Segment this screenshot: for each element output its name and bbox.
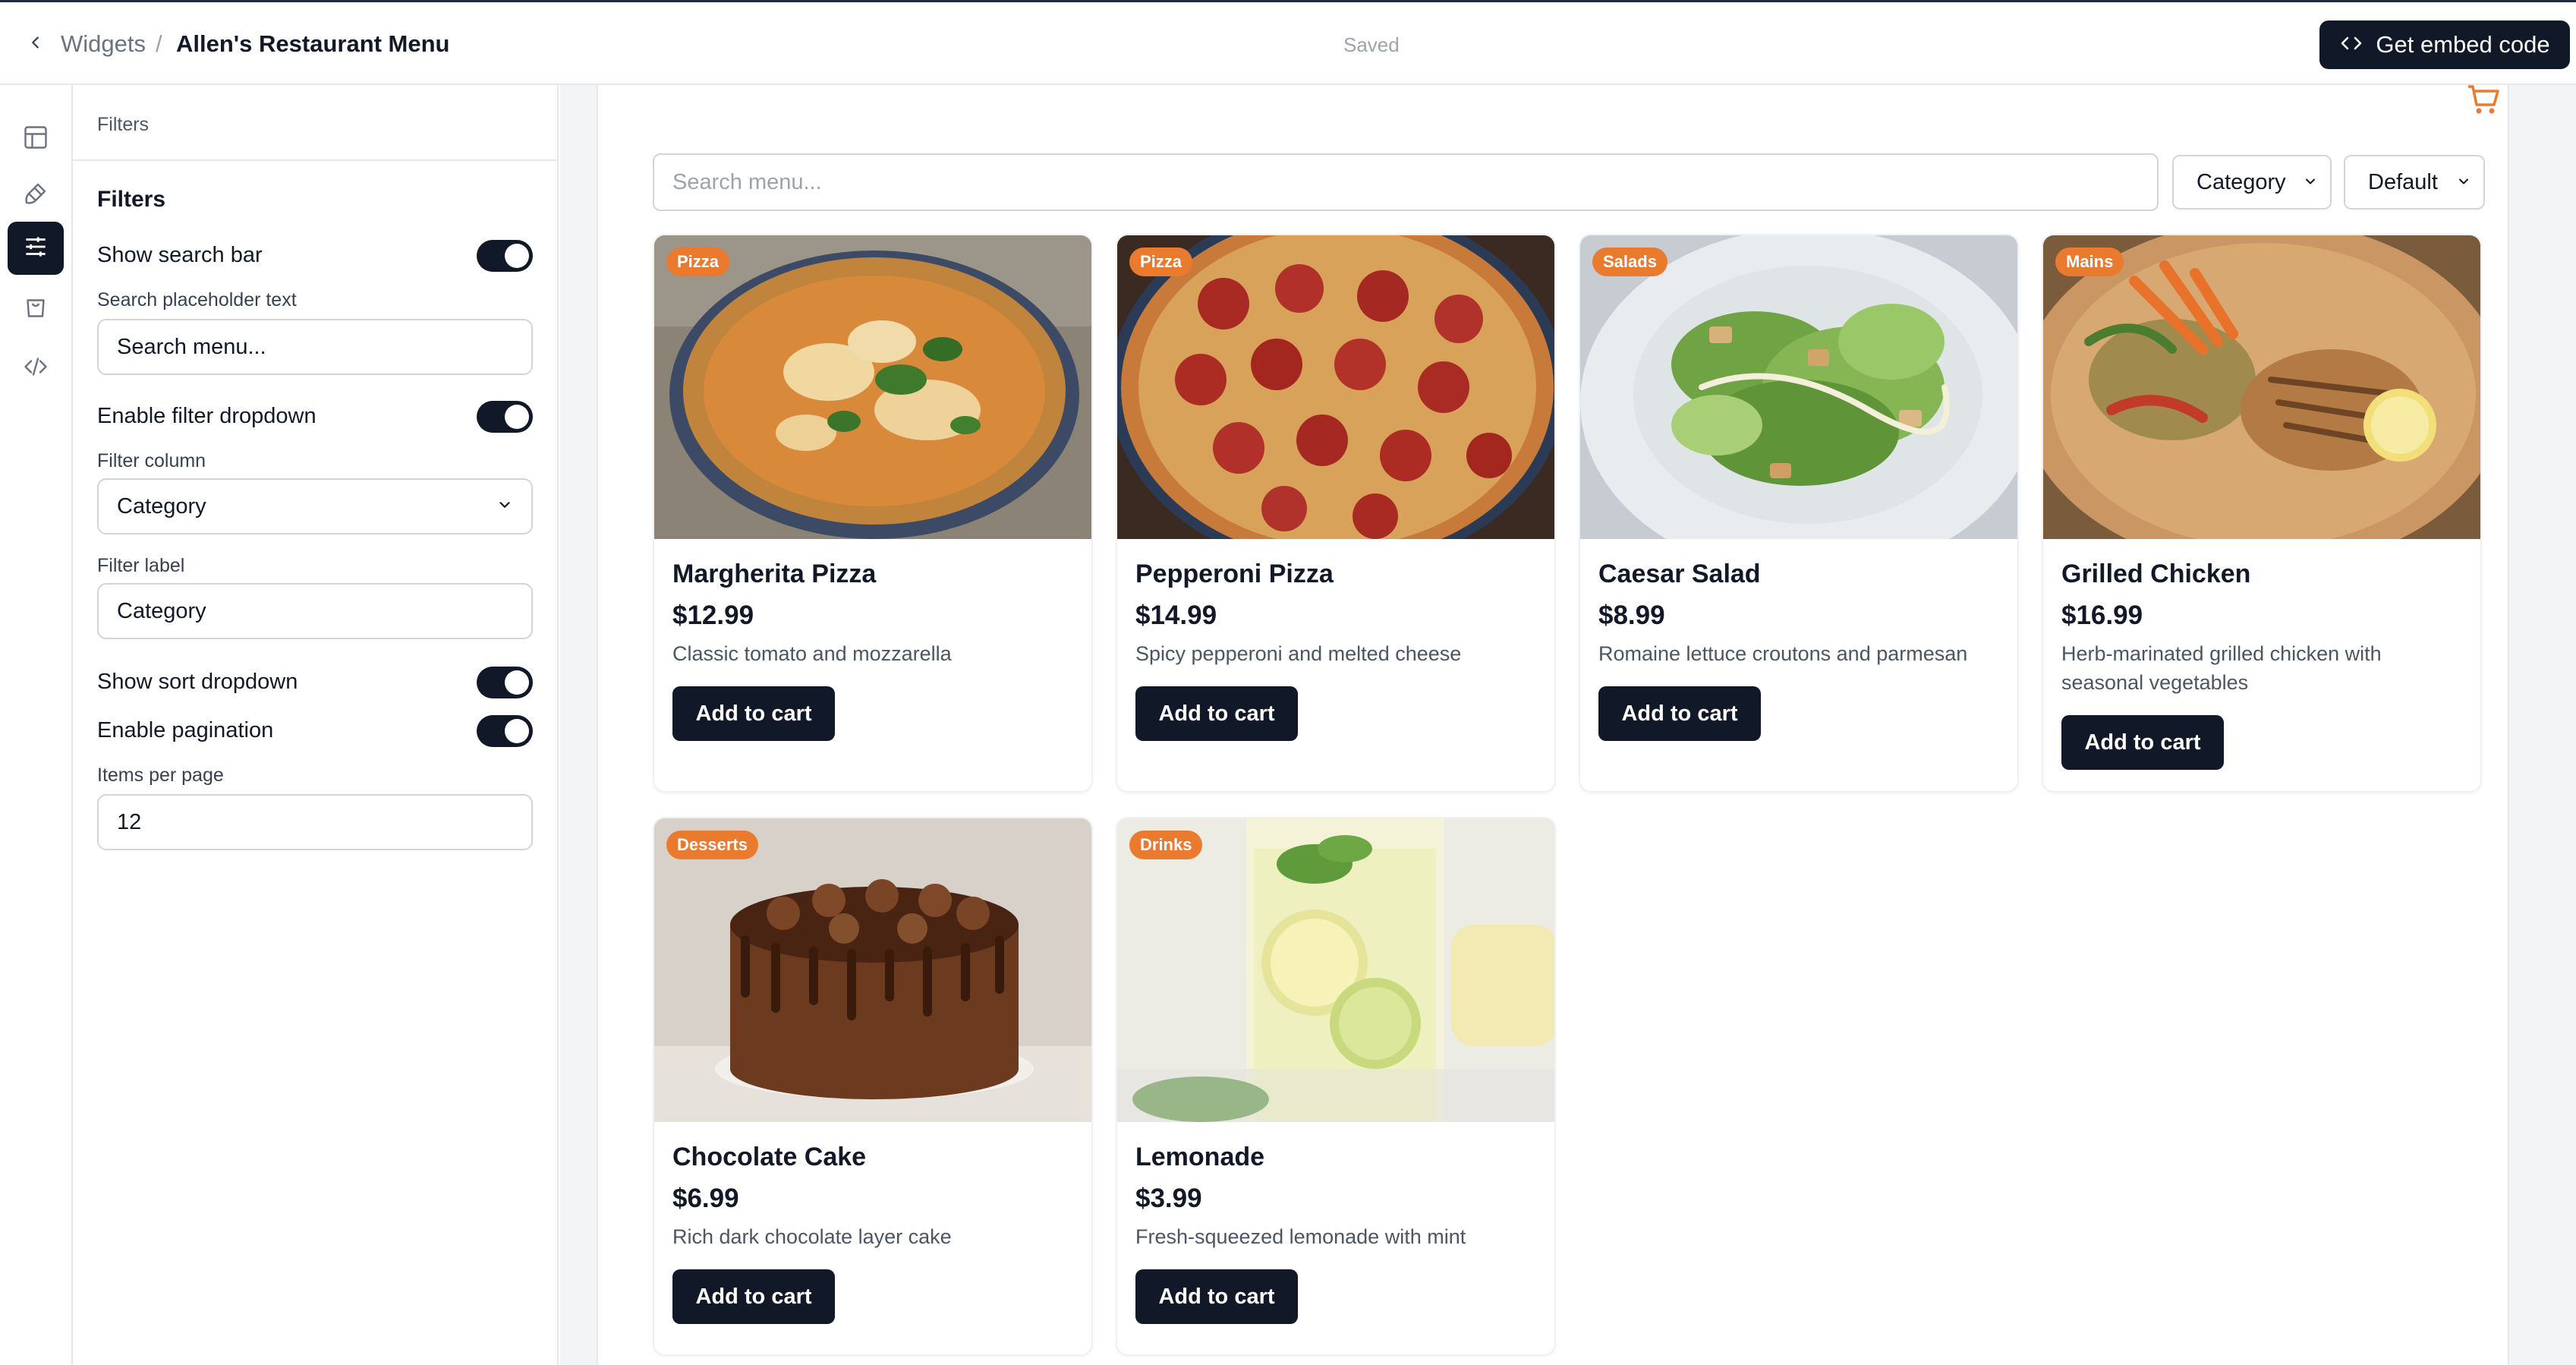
menu-item-description: Romaine lettuce croutons and parmesan — [1598, 642, 1968, 665]
code-icon — [21, 353, 50, 384]
menu-item-price: $14.99 — [1135, 601, 1217, 630]
show-search-bar-label: Show search bar — [97, 243, 263, 267]
menu-search-placeholder: Search menu... — [672, 169, 822, 194]
category-badge: Pizza — [666, 247, 730, 276]
menu-item-price: $6.99 — [672, 1184, 739, 1213]
enable-pagination-label: Enable pagination — [97, 718, 274, 742]
menu-item-card: Drinks Lemonade $3.99 Fresh-squeezed lem… — [1116, 817, 1556, 1356]
menu-item-description: Spicy pepperoni and melted cheese — [1135, 642, 1462, 665]
menu-search-input[interactable]: Search menu... — [653, 153, 2159, 211]
filters-settings-panel: Filters Filters Show search bar Search p… — [73, 85, 559, 1365]
top-bar: Widgets / Allen's Restaurant Menu Saved … — [0, 0, 2576, 85]
grilled-chicken-image: Mains — [2043, 235, 2480, 539]
add-to-cart-button[interactable]: Add to cart — [1135, 686, 1298, 741]
rail-filters-button[interactable] — [8, 222, 64, 275]
menu-item-price: $16.99 — [2061, 601, 2143, 630]
filter-column-label: Filter column — [97, 450, 206, 471]
filter-column-select[interactable]: Category — [97, 478, 533, 534]
menu-item-card: Mains Grilled Chicken $16.99 Herb-marina… — [2042, 234, 2482, 793]
menu-widget-preview: Search menu... Category Default Pizza Ma… — [597, 85, 2509, 1365]
chocolate-cake-image: Desserts — [654, 818, 1091, 1122]
pepperoni-pizza-image: Pizza — [1117, 235, 1554, 539]
preview-area: Search menu... Category Default Pizza Ma… — [560, 85, 2576, 1365]
menu-item-name: Margherita Pizza — [672, 560, 877, 588]
category-dropdown[interactable]: Category — [2172, 155, 2332, 210]
enable-pagination-toggle[interactable] — [477, 715, 533, 747]
section-title: Filters — [97, 187, 166, 212]
category-badge: Desserts — [666, 831, 758, 859]
search-placeholder-input[interactable] — [97, 319, 533, 375]
menu-item-card: Desserts Chocolate Cake $6.99 Rich dark … — [653, 817, 1093, 1356]
category-badge: Drinks — [1129, 831, 1203, 859]
breadcrumb-separator: / — [156, 30, 162, 57]
category-dropdown-value: Category — [2197, 169, 2286, 194]
filter-column-value: Category — [117, 493, 206, 519]
paintbrush-icon — [22, 180, 49, 211]
menu-item-card: Pizza Pepperoni Pizza $14.99 Spicy peppe… — [1116, 234, 1556, 793]
menu-item-price: $8.99 — [1598, 601, 1665, 630]
panel-header-title: Filters — [97, 114, 150, 135]
add-to-cart-button[interactable]: Add to cart — [2061, 715, 2224, 770]
menu-item-name: Lemonade — [1135, 1143, 1265, 1171]
menu-item-name: Caesar Salad — [1598, 560, 1761, 588]
code-icon — [2339, 31, 2363, 58]
menu-item-name: Pepperoni Pizza — [1135, 560, 1334, 588]
menu-item-name: Chocolate Cake — [672, 1143, 867, 1171]
add-to-cart-button[interactable]: Add to cart — [1135, 1269, 1298, 1324]
items-per-page-label: Items per page — [97, 764, 224, 786]
sort-dropdown[interactable]: Default — [2344, 155, 2485, 210]
category-badge: Mains — [2055, 247, 2124, 276]
enable-filter-dropdown-label: Enable filter dropdown — [97, 404, 316, 428]
get-embed-code-label: Get embed code — [2376, 31, 2550, 58]
chevron-down-icon — [496, 494, 513, 519]
sliders-icon — [21, 232, 50, 265]
panel-header: Filters — [73, 85, 557, 161]
get-embed-code-button[interactable]: Get embed code — [2319, 20, 2570, 69]
show-sort-dropdown-label: Show sort dropdown — [97, 670, 298, 694]
add-to-cart-button[interactable]: Add to cart — [672, 686, 835, 741]
menu-item-card: Pizza Margherita Pizza $12.99 Classic to… — [653, 234, 1093, 793]
cart-icon[interactable] — [2465, 85, 2502, 115]
add-to-cart-button[interactable]: Add to cart — [672, 1269, 835, 1324]
chevron-left-icon[interactable] — [23, 30, 49, 55]
filter-label-input[interactable] — [97, 583, 533, 639]
sort-dropdown-value: Default — [2368, 169, 2438, 194]
menu-item-card: Salads Caesar Salad $8.99 Romaine lettuc… — [1579, 234, 2019, 793]
rail-table-button[interactable] — [8, 112, 64, 166]
rail-style-button[interactable] — [8, 169, 64, 222]
menu-item-price: $12.99 — [672, 601, 754, 630]
save-status: Saved — [1343, 33, 1400, 56]
rail-cart-button[interactable] — [8, 281, 64, 334]
shopping-bag-icon — [22, 292, 49, 323]
category-badge: Salads — [1592, 247, 1667, 276]
items-per-page-input[interactable] — [97, 794, 533, 850]
margherita-pizza-image: Pizza — [654, 235, 1091, 539]
filter-label-label: Filter label — [97, 555, 185, 576]
show-search-bar-toggle[interactable] — [477, 240, 533, 272]
breadcrumb-widgets-link[interactable]: Widgets — [61, 30, 146, 58]
rail-code-button[interactable] — [8, 342, 64, 395]
chevron-down-icon — [2456, 170, 2471, 195]
menu-item-description: Classic tomato and mozzarella — [672, 642, 952, 665]
add-to-cart-button[interactable]: Add to cart — [1598, 686, 1761, 741]
chevron-down-icon — [2303, 170, 2318, 195]
menu-item-price: $3.99 — [1135, 1184, 1202, 1213]
page-title: Allen's Restaurant Menu — [176, 30, 450, 57]
show-sort-dropdown-toggle[interactable] — [477, 667, 533, 698]
search-placeholder-label: Search placeholder text — [97, 289, 297, 311]
menu-item-name: Grilled Chicken — [2061, 560, 2251, 588]
category-badge: Pizza — [1129, 247, 1193, 276]
menu-item-description: Fresh-squeezed lemonade with mint — [1135, 1225, 1466, 1248]
icon-rail — [0, 85, 73, 1365]
menu-item-description: Herb-marinated grilled chicken with seas… — [2061, 642, 2382, 694]
enable-filter-dropdown-toggle[interactable] — [477, 401, 533, 433]
menu-item-description: Rich dark chocolate layer cake — [672, 1225, 952, 1248]
lemonade-image: Drinks — [1117, 818, 1554, 1122]
table-icon — [22, 124, 49, 155]
caesar-salad-image: Salads — [1580, 235, 2017, 539]
